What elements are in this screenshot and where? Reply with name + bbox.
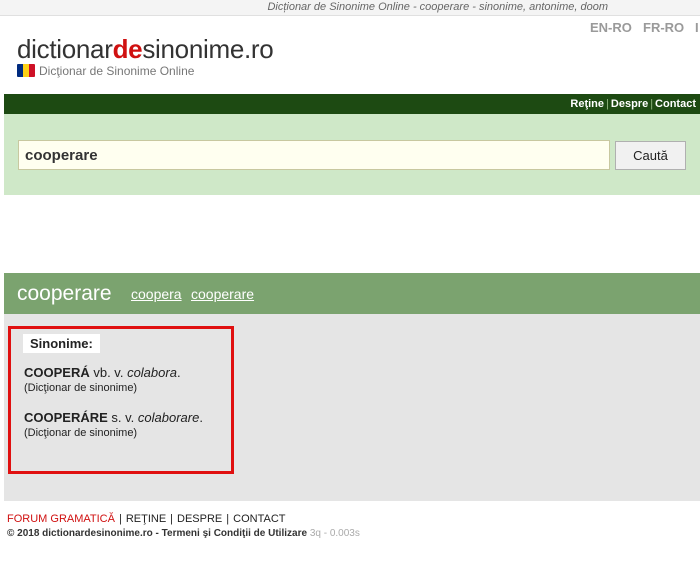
footer-separator: |: [118, 513, 122, 525]
entry-headword: COOPERÁ: [24, 365, 90, 380]
site-logo[interactable]: dictionardesinonime.ro: [17, 34, 274, 65]
footer-link-despre[interactable]: DESPRE: [177, 513, 222, 525]
entry-synonym: colabora: [127, 365, 177, 380]
site-tagline: Dicţionar de Sinonime Online: [17, 64, 194, 78]
footer-link-contact[interactable]: CONTACT: [233, 513, 285, 525]
synonym-entry: COOPERÁRE s. v. colaborare.: [24, 410, 203, 425]
result-body: Sinonime: COOPERÁ vb. v. colabora. (Dicţ…: [4, 314, 700, 501]
result-word: cooperare: [17, 282, 112, 305]
terms-link[interactable]: Termeni şi Condiţii de Utilizare: [162, 528, 307, 539]
entry-end: .: [176, 365, 181, 380]
nav-contact[interactable]: Contact: [655, 98, 696, 110]
flag-stripe-red: [29, 64, 35, 77]
related-link-coopera[interactable]: coopera: [131, 286, 182, 302]
language-link-fr-ro[interactable]: FR-RO: [643, 20, 684, 35]
footer-separator: |: [170, 513, 174, 525]
logo-text-accent: de: [112, 34, 143, 64]
synonyms-label: Sinonime:: [23, 334, 100, 353]
nav-despre[interactable]: Despre: [611, 98, 648, 110]
top-title-bar: Dicționar de Sinonime Online - cooperare…: [0, 0, 700, 16]
tagline-text: Dicţionar de Sinonime Online: [39, 64, 195, 78]
footer-link-forum[interactable]: FORUM GRAMATICĂ: [7, 513, 115, 525]
search-button[interactable]: Caută: [615, 141, 686, 170]
top-nav: Reţine | Despre | Contact: [4, 94, 700, 114]
synonym-entry: COOPERÁ vb. v. colabora.: [24, 365, 181, 380]
timing-text: 3q - 0.003s: [309, 528, 360, 539]
nav-retine[interactable]: Reţine: [570, 98, 604, 110]
entry-headword: COOPERÁRE: [24, 410, 108, 425]
language-link-partial[interactable]: I: [695, 20, 699, 35]
site-header: dictionardesinonime.ro Dicţionar de Sino…: [0, 16, 700, 94]
entry-grammar: s. v.: [107, 410, 138, 425]
entry-end: .: [199, 410, 203, 425]
language-link-en-ro[interactable]: EN-RO: [590, 20, 632, 35]
logo-text-2: sinonime.ro: [142, 34, 274, 64]
entry-source: (Dicţionar de sinonime): [24, 427, 138, 439]
result-header: cooperare coopera cooperare: [4, 273, 700, 314]
search-input[interactable]: [18, 140, 610, 170]
copyright: © 2018 dictionardesinonime.ro - Termeni …: [7, 528, 360, 539]
footer-separator: |: [226, 513, 230, 525]
entry-grammar: vb. v.: [89, 365, 128, 380]
search-area: Caută: [4, 114, 700, 195]
page-title-text: Dicționar de Sinonime Online - cooperare…: [267, 1, 608, 13]
entry-source: (Dicţionar de sinonime): [24, 382, 138, 394]
logo-text-1: dictionar: [17, 34, 113, 64]
highlight-box: Sinonime: COOPERÁ vb. v. colabora. (Dicţ…: [8, 326, 234, 474]
romania-flag-icon: [17, 64, 35, 77]
entry-synonym: colaborare: [137, 410, 200, 425]
footer-links: FORUM GRAMATICĂ | REŢINE | DESPRE | CONTACT: [7, 513, 697, 525]
nav-separator: |: [606, 98, 609, 110]
footer-link-retine[interactable]: REŢINE: [126, 513, 166, 525]
related-link-cooperare[interactable]: cooperare: [191, 286, 254, 302]
copyright-text: © 2018 dictionardesinonime.ro -: [7, 528, 162, 539]
